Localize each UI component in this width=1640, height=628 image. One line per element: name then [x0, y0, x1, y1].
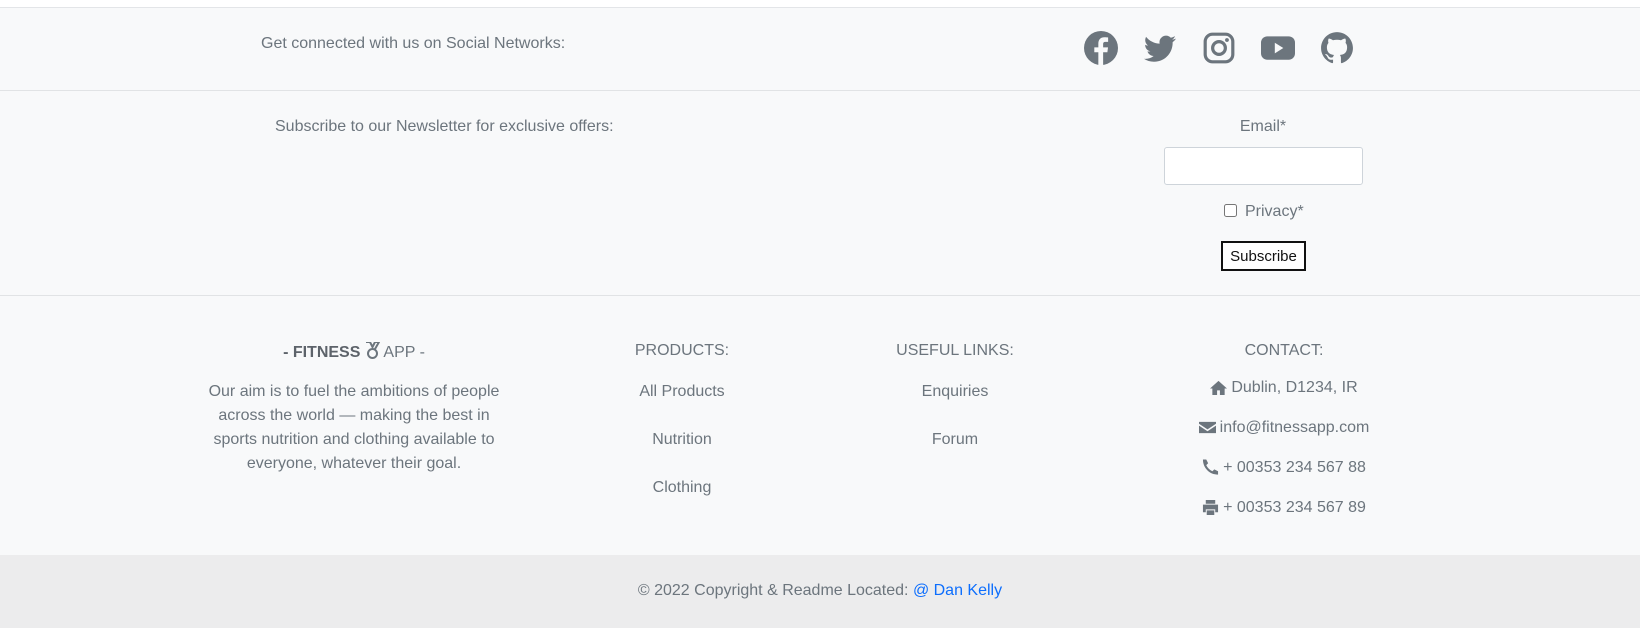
social-icons	[1084, 31, 1379, 65]
brand-title-left: - FITNESS	[283, 344, 361, 361]
link-nutrition[interactable]: Nutrition	[582, 430, 782, 478]
social-text: Get connected with us on Social Networks…	[261, 35, 566, 52]
author-link[interactable]: @ Dan Kelly	[913, 582, 1002, 599]
footer-main: - FITNESS APP - Our aim is to fuel the a…	[0, 296, 1640, 555]
products-heading: PRODUCTS:	[634, 342, 730, 359]
social-section: Get connected with us on Social Networks…	[0, 8, 1640, 91]
contact-address: Dublin, D1234, IR	[1134, 378, 1434, 418]
products-column: PRODUCTS: All Products Nutrition Clothin…	[582, 342, 782, 526]
contact-phone: + 00353 234 567 88	[1134, 458, 1434, 498]
copyright-bar: © 2022 Copyright & Readme Located: @ Dan…	[0, 555, 1640, 628]
contact-list: Dublin, D1234, IR info@fitnessapp.com + …	[1134, 378, 1434, 538]
phone-icon	[1203, 459, 1219, 475]
youtube-icon[interactable]	[1261, 31, 1295, 65]
copyright-text: © 2022 Copyright & Readme Located:	[637, 582, 913, 599]
instagram-icon[interactable]	[1202, 31, 1236, 65]
contact-email: info@fitnessapp.com	[1134, 418, 1434, 458]
privacy-label: Privacy*	[1245, 203, 1304, 220]
print-icon	[1203, 499, 1219, 516]
useful-links-list: Enquiries Forum	[855, 382, 1055, 478]
brand-description: Our aim is to fuel the ambitions of peop…	[208, 383, 500, 472]
privacy-checkbox[interactable]	[1224, 203, 1237, 217]
email-label: Email*	[1239, 118, 1287, 135]
home-icon	[1210, 380, 1228, 396]
contact-column: CONTACT: Dublin, D1234, IR info@fitnessa…	[1134, 342, 1434, 538]
contact-fax: + 00353 234 567 89	[1134, 498, 1434, 538]
link-enquiries[interactable]: Enquiries	[855, 382, 1055, 430]
subscribe-button[interactable]: Subscribe	[1221, 241, 1306, 271]
email-input[interactable]	[1164, 147, 1363, 185]
twitter-icon[interactable]	[1143, 31, 1177, 65]
link-clothing[interactable]: Clothing	[582, 478, 782, 526]
newsletter-section: Subscribe to our Newsletter for exclusiv…	[0, 91, 1640, 296]
link-all-products[interactable]: All Products	[582, 382, 782, 430]
newsletter-text: Subscribe to our Newsletter for exclusiv…	[275, 118, 614, 135]
contact-heading: CONTACT:	[1244, 342, 1324, 359]
products-list: All Products Nutrition Clothing	[582, 382, 782, 526]
privacy-row: Privacy*	[1224, 203, 1304, 221]
brand-title: - FITNESS APP -	[200, 341, 508, 362]
medal-icon	[365, 341, 381, 361]
link-forum[interactable]: Forum	[855, 430, 1055, 478]
brand-column: - FITNESS APP - Our aim is to fuel the a…	[200, 341, 508, 476]
useful-links-column: USEFUL LINKS: Enquiries Forum	[855, 342, 1055, 478]
github-icon[interactable]	[1320, 31, 1354, 65]
brand-title-right: APP -	[383, 344, 425, 361]
facebook-icon[interactable]	[1084, 31, 1118, 65]
envelope-icon	[1198, 421, 1216, 434]
useful-links-heading: USEFUL LINKS:	[896, 342, 1014, 359]
